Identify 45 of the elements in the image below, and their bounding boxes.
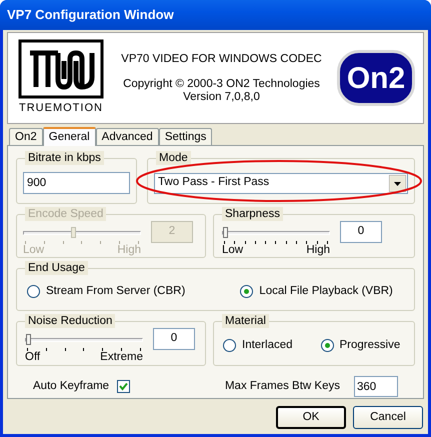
radio-label: Stream From Server (CBR): [46, 284, 186, 299]
tab[interactable]: General: [42, 127, 96, 146]
checkbox-label: Auto Keyframe: [33, 378, 110, 394]
value-field[interactable]: 0: [153, 328, 195, 350]
group-label: Mode: [156, 151, 191, 165]
max-frames-field[interactable]: 360: [354, 376, 398, 397]
slider-min-label: Off: [25, 351, 40, 364]
logo-wordmark: TRUEMOTION: [19, 101, 103, 116]
slider-min-label: Low: [23, 244, 44, 257]
tab[interactable]: On2: [9, 128, 43, 145]
tab[interactable]: Advanced: [96, 128, 159, 145]
slider-min-label: Low: [222, 244, 244, 257]
radio-button[interactable]: [240, 285, 254, 298]
slider-max-label: High: [117, 244, 141, 257]
radio-label: Progressive: [340, 338, 400, 353]
group-label: End Usage: [25, 261, 88, 275]
slider-max-label: High: [306, 244, 330, 257]
radio-button[interactable]: [320, 339, 334, 352]
radio-label: Interlaced: [242, 338, 293, 353]
group-label: Material: [222, 314, 269, 328]
tab[interactable]: Settings: [158, 128, 212, 145]
group-label: Sharpness: [222, 207, 283, 221]
slider-thumb[interactable]: [223, 227, 228, 238]
dropdown-caret-icon[interactable]: [389, 174, 406, 192]
product-name: VP70 VIDEO FOR WINDOWS CODEC: [121, 52, 322, 66]
window-title: VP7 Configuration Window: [7, 6, 174, 24]
dialog-button[interactable]: OK: [276, 406, 346, 429]
slider-max-label: Extreme: [100, 351, 143, 364]
slider-thumb[interactable]: [26, 334, 31, 345]
radio-button[interactable]: [223, 339, 236, 352]
value-field[interactable]: 0: [340, 221, 382, 243]
checkbox[interactable]: [117, 380, 130, 393]
field-label: Max Frames Btw Keys: [224, 378, 340, 394]
group-label: Encode Speed: [25, 207, 106, 221]
bitrate-field[interactable]: 900: [23, 172, 130, 194]
copyright-text: Copyright © 2000-3 ON2 Technologies: [123, 78, 320, 90]
radio-label: Local File Playback (VBR): [259, 284, 393, 299]
dialog-button[interactable]: Cancel: [353, 406, 423, 429]
mode-dropdown[interactable]: Two Pass - First Pass: [154, 172, 408, 194]
version-text: Version 7,0,8,0: [183, 90, 260, 104]
on2-logo: On2: [337, 50, 415, 106]
radio-button[interactable]: [27, 285, 40, 298]
tm-logo-icon: [18, 39, 104, 100]
group-label: Noise Reduction: [25, 314, 116, 328]
group-label: Bitrate in kbps: [25, 151, 104, 165]
